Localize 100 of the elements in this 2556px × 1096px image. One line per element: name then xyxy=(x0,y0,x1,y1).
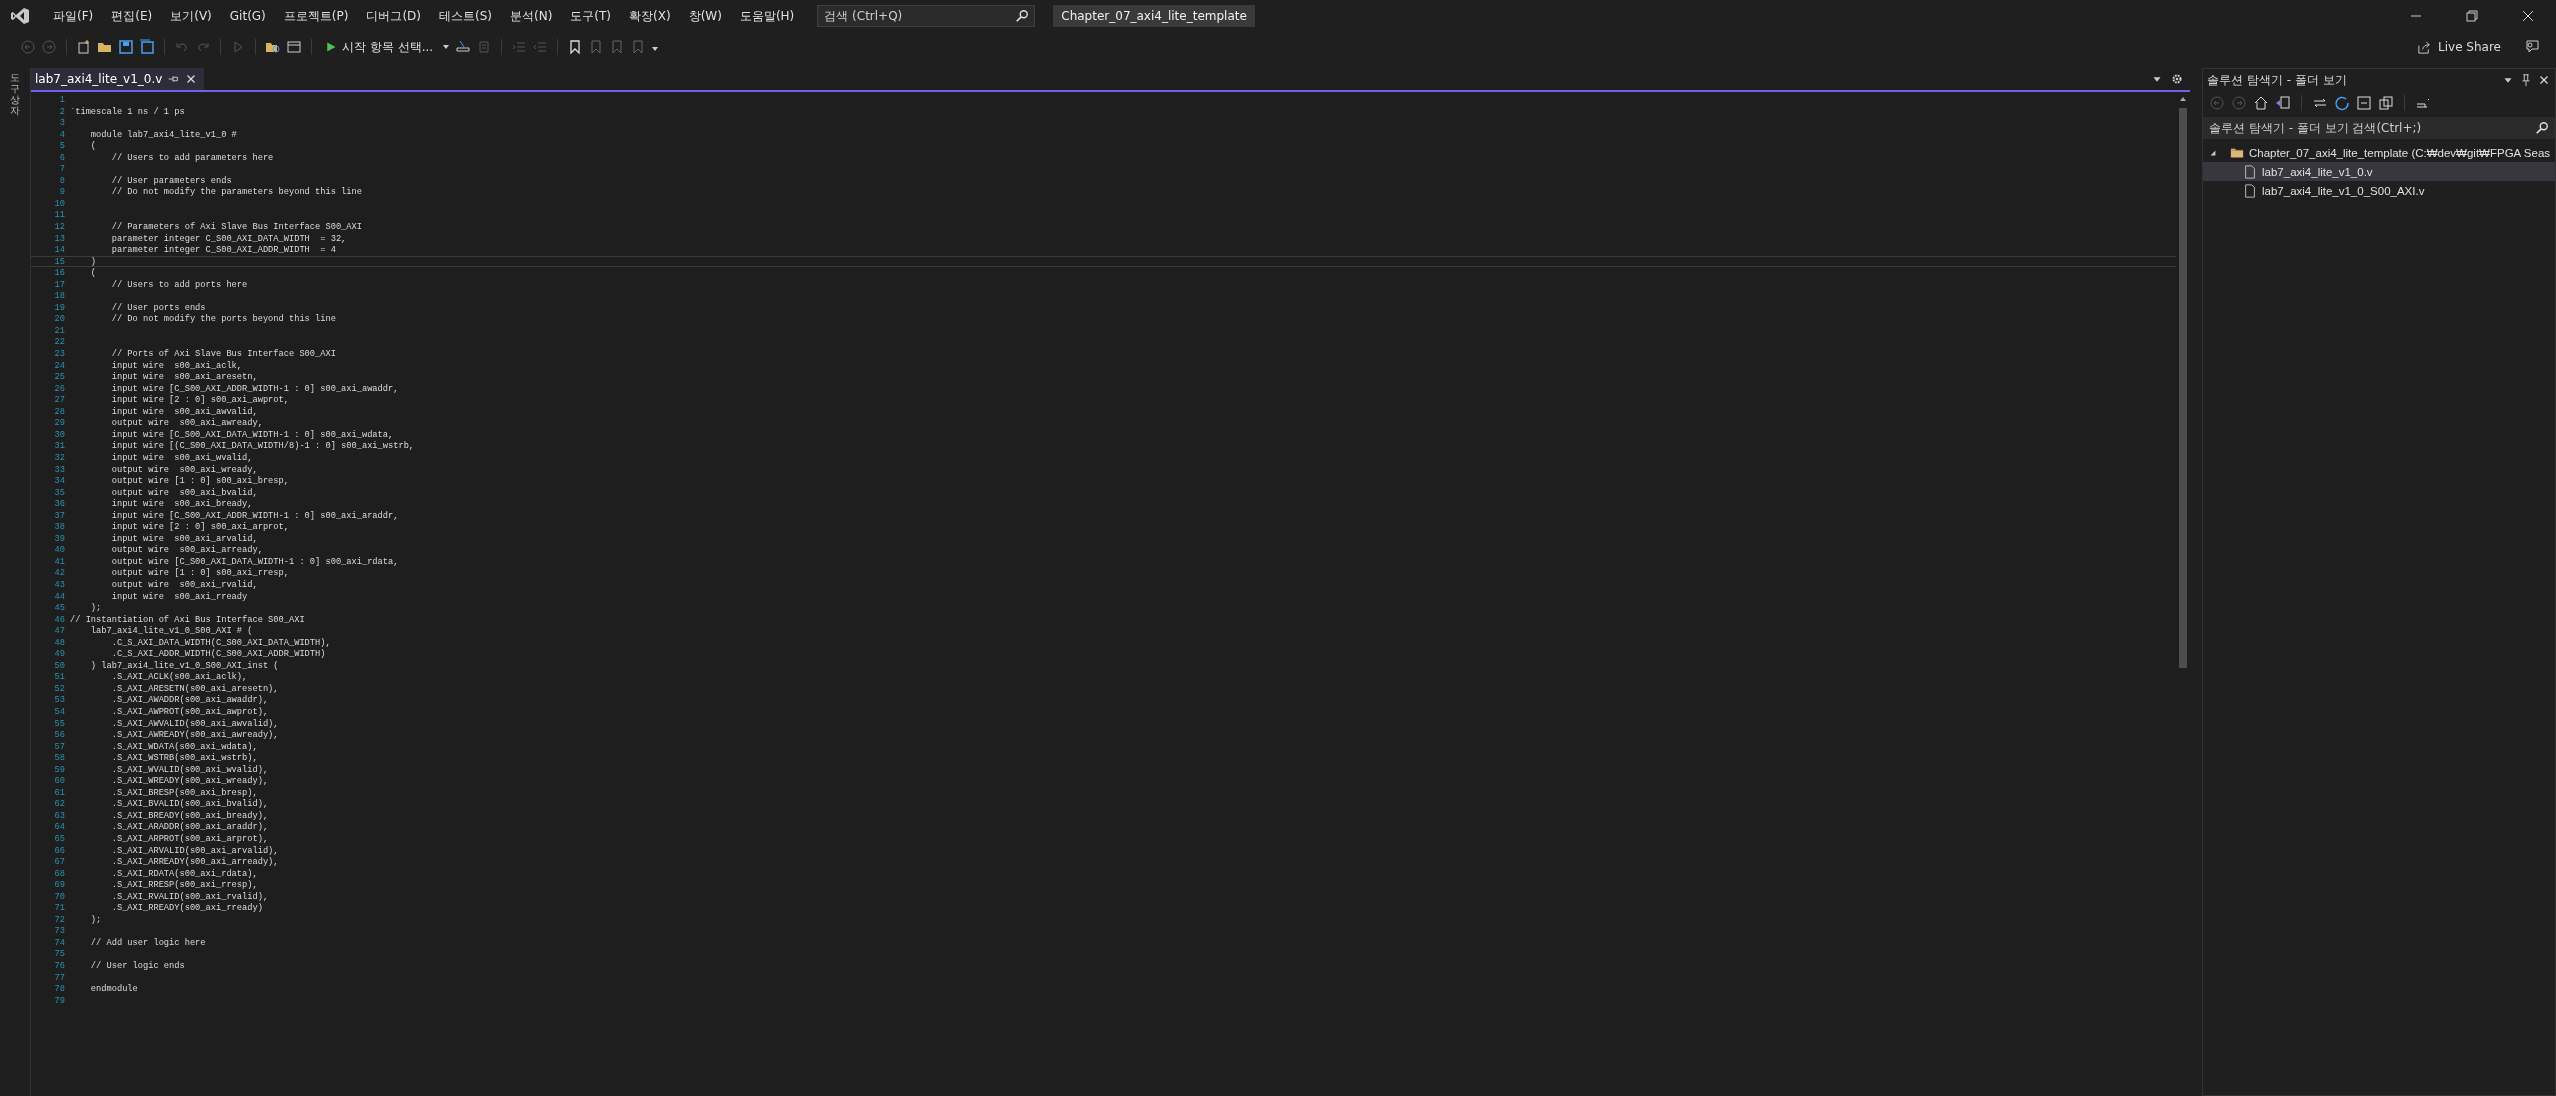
code-line: .S_AXI_AWPROT(s00_axi_awprot), xyxy=(110,707,269,717)
line-number: 7 xyxy=(58,164,66,174)
tree-item[interactable]: lab7_axi4_lite_v1_0.v xyxy=(2203,162,2555,181)
code-line: output wire s00_axi_awready, xyxy=(110,418,263,428)
line-number: 10 xyxy=(53,198,66,209)
new-item-icon[interactable] xyxy=(76,39,92,55)
line-number: 50 xyxy=(53,660,66,671)
scrollbar-thumb[interactable] xyxy=(2179,108,2187,668)
code-line: // Users to add ports here xyxy=(110,279,248,290)
line-number: 13 xyxy=(53,233,66,244)
feedback-icon[interactable] xyxy=(2524,39,2540,55)
line-number: 33 xyxy=(53,464,66,475)
code-line: output wire [1 : 0] s00_axi_bresp, xyxy=(110,476,289,486)
line-number: 40 xyxy=(53,545,66,555)
code-line: // Do not modify the parameters beyond this line xyxy=(110,187,362,197)
collapse-icon[interactable] xyxy=(2356,95,2372,111)
line-number: 42 xyxy=(53,568,66,578)
line-number: 22 xyxy=(53,337,66,348)
code-line: input wire s00_axi_wvalid, xyxy=(110,452,253,463)
menu-item[interactable]: 파일(F) xyxy=(44,7,103,25)
copy-icon[interactable] xyxy=(2378,95,2394,111)
line-number: 1 xyxy=(58,95,66,105)
solution-title: Chapter_07_axi4_lite_template xyxy=(1053,5,1255,27)
solution-switch-icon[interactable] xyxy=(2275,95,2291,111)
restore-icon[interactable] xyxy=(2464,8,2480,24)
code-line: input wire [(C_S00_AXI_DATA_WIDTH/8)-1 : 0] s00_axi_wstrb, xyxy=(110,441,415,451)
menu-item[interactable]: 확장(X) xyxy=(620,7,680,25)
line-number: 25 xyxy=(53,372,66,382)
window-icon[interactable] xyxy=(286,39,302,55)
tree-item[interactable]: lab7_axi4_lite_v1_0_S00_AXI.v xyxy=(2203,181,2555,200)
line-number: 41 xyxy=(53,556,66,567)
menu-item[interactable]: 도움말(H) xyxy=(730,7,804,25)
code-line: // Instantiation of Axi Bus Interface S00_AXI xyxy=(70,614,305,625)
menu-item[interactable]: 보기(V) xyxy=(161,7,221,25)
save-all-icon[interactable] xyxy=(139,39,155,55)
menu-item[interactable]: 도구(T) xyxy=(561,7,621,25)
explorer-search-field[interactable]: 솔루션 탐색기 - 폴더 보기 검색(Ctrl+;) xyxy=(2203,117,2555,139)
save-icon[interactable] xyxy=(118,39,134,55)
panel-title: 솔루션 탐색기 - 폴더 보기 xyxy=(2207,71,2347,89)
live-share-button[interactable]: Live Share xyxy=(2417,39,2501,55)
line-number: 18 xyxy=(53,291,66,301)
code-line: ( xyxy=(89,268,97,278)
menu-item[interactable]: 프로젝트(P) xyxy=(274,7,358,25)
code-line: .S_AXI_AWADDR(s00_axi_awaddr), xyxy=(110,695,269,705)
menu-item[interactable]: 디버그(D) xyxy=(357,7,430,25)
code-line: output wire s00_axi_wready, xyxy=(110,464,258,475)
line-number: 12 xyxy=(53,222,66,232)
line-number: 53 xyxy=(53,695,66,705)
code-line: lab7_axi4_lite_v1_0_S00_AXI # ( xyxy=(89,626,253,636)
code-line: output wire s00_axi_rvalid, xyxy=(110,579,258,590)
code-line: // User ports ends xyxy=(110,302,206,313)
line-number: 16 xyxy=(53,268,66,278)
settings-icon[interactable] xyxy=(2170,72,2184,86)
play-icon xyxy=(325,41,337,53)
toolbox-tab[interactable]: 도구 상자 xyxy=(10,72,20,1096)
share-icon xyxy=(2417,39,2433,55)
file-icon xyxy=(2243,183,2257,198)
line-number: 45 xyxy=(53,603,66,613)
line-number: 2 xyxy=(58,106,66,117)
home-icon[interactable] xyxy=(2253,95,2269,111)
line-number: 74 xyxy=(53,937,66,948)
code-line: .S_AXI_RDATA(s00_axi_rdata), xyxy=(110,868,258,879)
line-number: 44 xyxy=(53,591,66,602)
start-button[interactable]: 시작 항목 선택... xyxy=(321,36,438,58)
code-line: // Ports of Axi Slave Bus Interface S00_AXI xyxy=(110,349,336,359)
line-number: 51 xyxy=(53,672,66,682)
refresh-icon[interactable] xyxy=(2334,95,2350,111)
search-icon xyxy=(2535,121,2549,135)
menu-item[interactable]: 분석(N) xyxy=(501,7,562,25)
menu-item[interactable]: Git(G) xyxy=(220,9,275,23)
expander-icon[interactable] xyxy=(2209,148,2217,157)
tree-item[interactable]: Chapter_07_axi4_lite_template (C:₩dev₩git₩FPGA Seas xyxy=(2203,143,2555,162)
line-number: 15 xyxy=(53,256,66,267)
menu-item[interactable]: 창(W) xyxy=(679,7,731,25)
close-icon[interactable] xyxy=(2520,8,2536,24)
line-number: 30 xyxy=(53,429,66,440)
file-tab[interactable]: lab7_axi4_lite_v1_0.v xyxy=(31,68,205,90)
search-field[interactable]: 검색 (Ctrl+Q) xyxy=(817,5,1036,27)
code-line: ) lab7_axi4_lite_v1_0_S00_AXI_inst ( xyxy=(89,660,279,671)
code-line: output wire [1 : 0] s00_axi_rresp, xyxy=(110,568,289,578)
line-number: 62 xyxy=(53,799,66,809)
line-number: 55 xyxy=(53,718,66,729)
line-number: 49 xyxy=(53,649,66,659)
search-icon xyxy=(1015,9,1030,23)
menu-item[interactable]: 편집(E) xyxy=(102,7,162,25)
line-number: 76 xyxy=(53,961,66,971)
code-line: .S_AXI_WVALID(s00_axi_wvalid), xyxy=(110,764,269,775)
line-number: 5 xyxy=(58,141,66,151)
code-line: input wire s00_axi_rready xyxy=(110,591,248,602)
comment-icon[interactable] xyxy=(455,39,472,55)
line-number: 68 xyxy=(53,868,66,879)
line-number: 38 xyxy=(53,522,66,532)
menu-item[interactable]: 테스트(S) xyxy=(430,7,501,25)
code-line: .S_AXI_AWREADY(s00_axi_awready), xyxy=(110,730,279,740)
code-line: .S_AXI_ARVALID(s00_axi_arvalid), xyxy=(110,845,279,856)
line-number: 27 xyxy=(53,395,66,405)
code-line: input wire [C_S00_AXI_ADDR_WIDTH-1 : 0] s00_axi_awaddr, xyxy=(110,383,399,394)
line-number: 35 xyxy=(53,487,66,498)
line-number: 14 xyxy=(53,245,66,255)
code-line: output wire s00_axi_arready, xyxy=(110,545,263,555)
